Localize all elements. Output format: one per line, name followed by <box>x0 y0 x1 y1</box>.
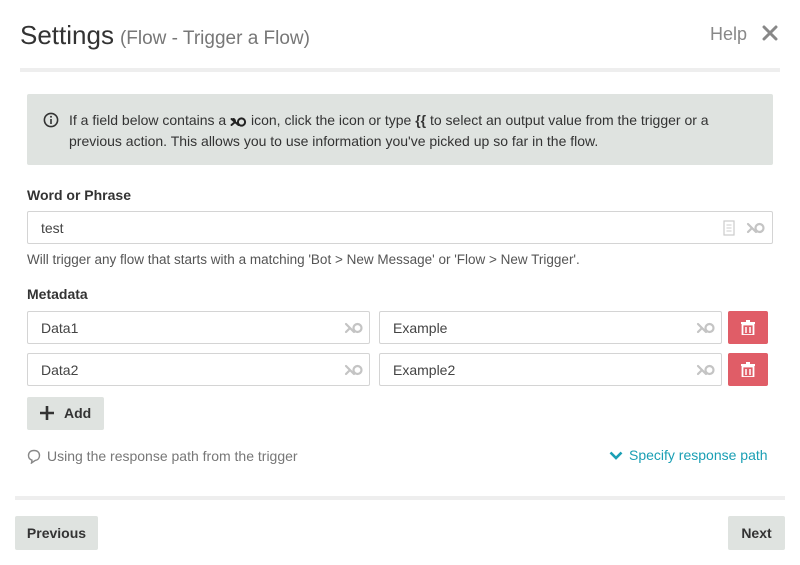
variable-link-icon[interactable] <box>344 321 363 335</box>
footer-divider <box>15 496 785 500</box>
plus-icon <box>40 406 54 420</box>
previous-button[interactable]: Previous <box>15 516 98 550</box>
metadata-key-value: Data2 <box>41 362 79 378</box>
metadata-label: Metadata <box>27 286 88 302</box>
metadata-key-input[interactable]: Data1 <box>27 311 370 344</box>
metadata-value-value: Example2 <box>393 362 456 378</box>
info-text: If a field below contains a icon, click … <box>69 110 759 152</box>
metadata-value-input[interactable]: Example2 <box>379 353 722 386</box>
info-text-part2: icon, click the icon or type <box>251 112 412 128</box>
chevron-down-icon <box>609 451 623 460</box>
close-icon[interactable] <box>761 22 779 44</box>
speech-bubble-icon <box>27 449 41 464</box>
delete-row-button[interactable] <box>728 311 768 344</box>
trash-icon <box>741 362 755 377</box>
page-title: Settings (Flow - Trigger a Flow) <box>20 20 310 51</box>
word-or-phrase-value: test <box>41 220 64 236</box>
header-divider <box>20 68 780 72</box>
info-text-part1: If a field below contains a <box>69 112 227 128</box>
variable-link-icon[interactable] <box>696 321 715 335</box>
variable-link-icon[interactable] <box>696 363 715 377</box>
add-button-label: Add <box>64 405 92 421</box>
variable-link-icon[interactable] <box>344 363 363 377</box>
trash-icon <box>741 320 755 335</box>
info-braces: {{ <box>415 112 427 128</box>
metadata-key-value: Data1 <box>41 320 79 336</box>
link-variable-icon <box>230 117 247 127</box>
delete-row-button[interactable] <box>728 353 768 386</box>
info-circle-icon <box>43 112 59 128</box>
metadata-key-input[interactable]: Data2 <box>27 353 370 386</box>
next-button[interactable]: Next <box>728 516 785 550</box>
title-text: Settings <box>20 20 114 50</box>
add-metadata-button[interactable]: Add <box>27 397 104 430</box>
specify-response-path-label: Specify response path <box>629 447 768 463</box>
info-banner: If a field below contains a icon, click … <box>27 94 773 165</box>
document-icon[interactable] <box>723 220 735 236</box>
dialog-header: Settings (Flow - Trigger a Flow) Help <box>0 0 800 72</box>
response-path-text: Using the response path from the trigger <box>47 448 298 464</box>
word-or-phrase-hint: Will trigger any flow that starts with a… <box>27 252 580 267</box>
word-or-phrase-label: Word or Phrase <box>27 187 131 203</box>
metadata-value-input[interactable]: Example <box>379 311 722 344</box>
metadata-value-value: Example <box>393 320 448 336</box>
word-or-phrase-input[interactable]: test <box>27 211 773 244</box>
variable-link-icon[interactable] <box>746 221 765 235</box>
title-subtitle: (Flow - Trigger a Flow) <box>119 28 310 49</box>
help-link[interactable]: Help <box>710 24 747 45</box>
